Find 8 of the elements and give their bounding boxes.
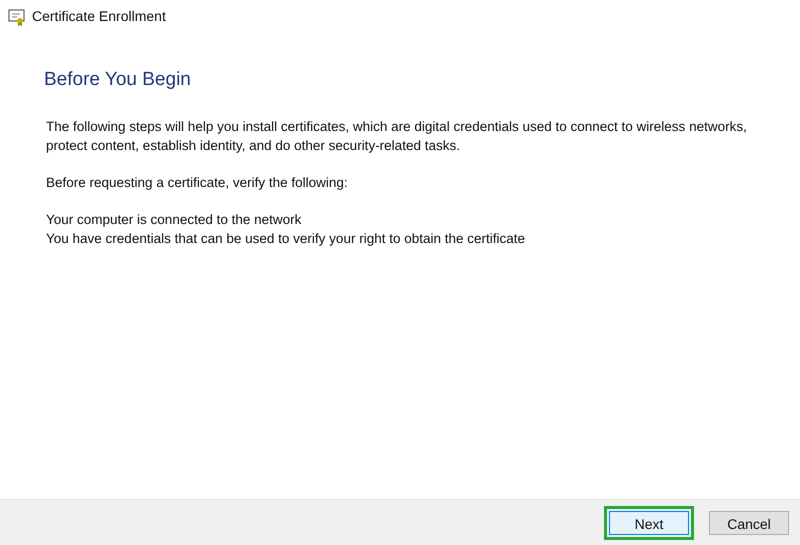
body-text: The following steps will help you install certificates, which are digital credentials used to connect to wireless networks, protect content, establish identity, and do other security-related tasks.	[46, 118, 748, 154]
dialog-button[interactable]: Next	[604, 506, 694, 540]
window-title: Certificate Enrollment	[32, 7, 166, 26]
requirement-text: You have credentials that can be used to verify your right to obtain the certificate	[46, 230, 526, 248]
body-text: Before requesting a certificate, verify the following:	[46, 174, 349, 192]
page-heading: Before You Begin	[44, 68, 192, 92]
requirement-text: Your computer is connected to the network	[46, 210, 302, 228]
certificate-icon	[8, 8, 26, 26]
